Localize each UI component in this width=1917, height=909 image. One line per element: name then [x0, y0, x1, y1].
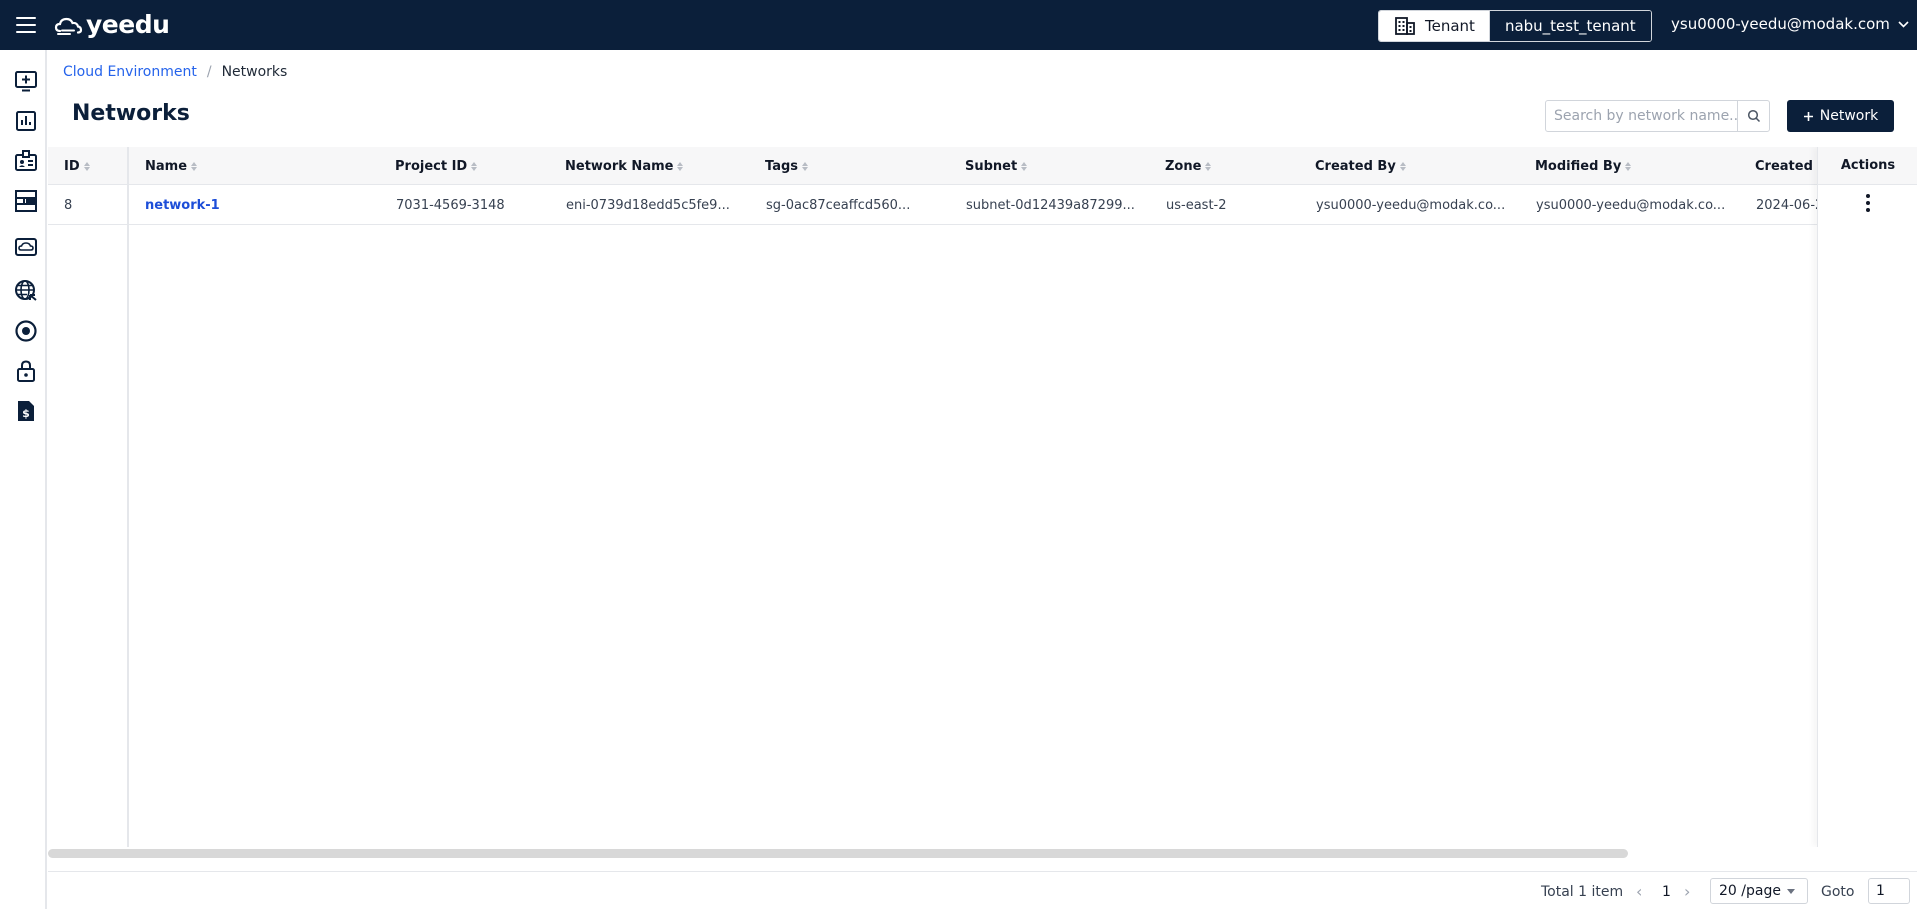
- search-button[interactable]: [1737, 101, 1769, 131]
- previous-page-icon[interactable]: ‹: [1636, 882, 1642, 901]
- sort-icon: [1021, 161, 1028, 171]
- chevron-down-icon: [1898, 20, 1909, 28]
- id-card-icon[interactable]: [14, 149, 38, 173]
- cell-subnet: subnet-0d12439a87299...: [966, 197, 1135, 213]
- sort-icon: [802, 161, 809, 171]
- id-column-divider: [127, 147, 129, 847]
- tenant-button[interactable]: Tenant: [1379, 11, 1490, 41]
- breadcrumb: Cloud Environment / Networks: [63, 64, 287, 80]
- search-bar: [1545, 100, 1770, 132]
- page-title: Networks: [72, 101, 190, 126]
- breadcrumb-separator: /: [206, 64, 212, 80]
- user-menu[interactable]: ysu0000-yeedu@modak.com: [1671, 15, 1909, 33]
- cell-network-name: eni-0739d18edd5c5fe9...: [566, 197, 730, 213]
- breadcrumb-cloud-environment[interactable]: Cloud Environment: [63, 64, 197, 80]
- add-network-button[interactable]: Network: [1787, 100, 1894, 132]
- cell-id: 8: [64, 197, 73, 213]
- caret-down-icon: [1786, 888, 1795, 894]
- target-icon[interactable]: [14, 319, 38, 343]
- top-navigation-bar: yeedu Tenant nabu_test_tenant ysu0000-ye…: [0, 0, 1917, 50]
- tenant-label: Tenant: [1425, 17, 1475, 35]
- sort-icon: [471, 161, 478, 171]
- sort-icon: [191, 161, 198, 171]
- row-actions-kebab-icon[interactable]: [1862, 191, 1874, 215]
- sort-icon: [1625, 161, 1632, 171]
- lock-icon[interactable]: [14, 359, 38, 383]
- column-header-created-time[interactable]: Created Ti: [1755, 147, 1817, 185]
- column-header-modified-by[interactable]: Modified By: [1535, 147, 1632, 185]
- column-header-actions: Actions: [1818, 147, 1917, 185]
- actions-column: Actions: [1817, 147, 1917, 847]
- chart-icon[interactable]: [14, 109, 38, 133]
- svg-text:$: $: [22, 407, 30, 420]
- sort-icon: [677, 161, 684, 171]
- tenant-name[interactable]: nabu_test_tenant: [1489, 11, 1651, 41]
- network-name-link[interactable]: network-1: [145, 185, 220, 225]
- sidebar: $: [0, 50, 47, 909]
- search-input[interactable]: [1546, 101, 1738, 131]
- building-icon: [1395, 17, 1415, 35]
- sort-icon: [83, 161, 90, 171]
- search-icon: [1747, 109, 1760, 123]
- cell-zone: us-east-2: [1166, 197, 1227, 213]
- column-header-network-name[interactable]: Network Name: [565, 147, 684, 185]
- goto-page-input[interactable]: [1868, 878, 1910, 904]
- column-header-created-by[interactable]: Created By: [1315, 147, 1406, 185]
- page-size-select[interactable]: 20 /page: [1710, 878, 1808, 904]
- page-size-value: 20 /page: [1719, 883, 1781, 899]
- networks-table: ID Name Project ID Network Name Tags Sub…: [48, 147, 1917, 847]
- cloud-logo-icon: [54, 17, 83, 35]
- table-header: ID Name Project ID Network Name Tags Sub…: [48, 147, 1917, 185]
- column-header-name[interactable]: Name: [145, 147, 198, 185]
- column-header-zone[interactable]: Zone: [1165, 147, 1212, 185]
- column-header-tags[interactable]: Tags: [765, 147, 809, 185]
- pagination-current-page[interactable]: 1: [1662, 884, 1671, 900]
- goto-label: Goto: [1821, 884, 1855, 900]
- column-header-id[interactable]: ID: [64, 147, 90, 185]
- add-network-label: Network: [1819, 108, 1879, 124]
- breadcrumb-current: Networks: [221, 64, 288, 80]
- horizontal-scrollbar[interactable]: [48, 849, 1628, 858]
- sort-icon: [1399, 161, 1406, 171]
- brand-name: yeedu: [86, 10, 170, 39]
- column-header-project-id[interactable]: Project ID: [395, 147, 478, 185]
- app-logo[interactable]: yeedu: [54, 10, 170, 39]
- dashboard-grid-icon[interactable]: [14, 189, 38, 213]
- billing-icon[interactable]: $: [14, 399, 38, 423]
- pagination-total: Total 1 item: [1541, 884, 1624, 900]
- pagination-bar: Total 1 item ‹ 1 › 20 /page Goto: [48, 871, 1917, 909]
- next-page-icon[interactable]: ›: [1684, 882, 1690, 901]
- column-header-subnet[interactable]: Subnet: [965, 147, 1028, 185]
- cell-created-time: 2024-06-2: [1756, 197, 1817, 213]
- cell-tags: sg-0ac87ceaffcd560...: [766, 197, 911, 213]
- network-globe-icon[interactable]: [14, 279, 38, 303]
- hamburger-menu-icon[interactable]: [16, 17, 36, 33]
- plus-icon: [1803, 111, 1813, 121]
- user-email: ysu0000-yeedu@modak.com: [1671, 15, 1890, 33]
- cell-modified-by: ysu0000-yeedu@modak.co...: [1536, 197, 1726, 213]
- tenant-switcher[interactable]: Tenant nabu_test_tenant: [1378, 10, 1652, 42]
- cell-created-by: ysu0000-yeedu@modak.co...: [1316, 197, 1506, 213]
- table-row[interactable]: 8 network-1 7031-4569-3148 eni-0739d18ed…: [48, 185, 1917, 225]
- cell-project-id: 7031-4569-3148: [396, 197, 505, 213]
- add-monitor-icon[interactable]: [14, 69, 38, 93]
- cloud-environment-icon[interactable]: [14, 235, 38, 259]
- sort-icon: [1205, 161, 1212, 171]
